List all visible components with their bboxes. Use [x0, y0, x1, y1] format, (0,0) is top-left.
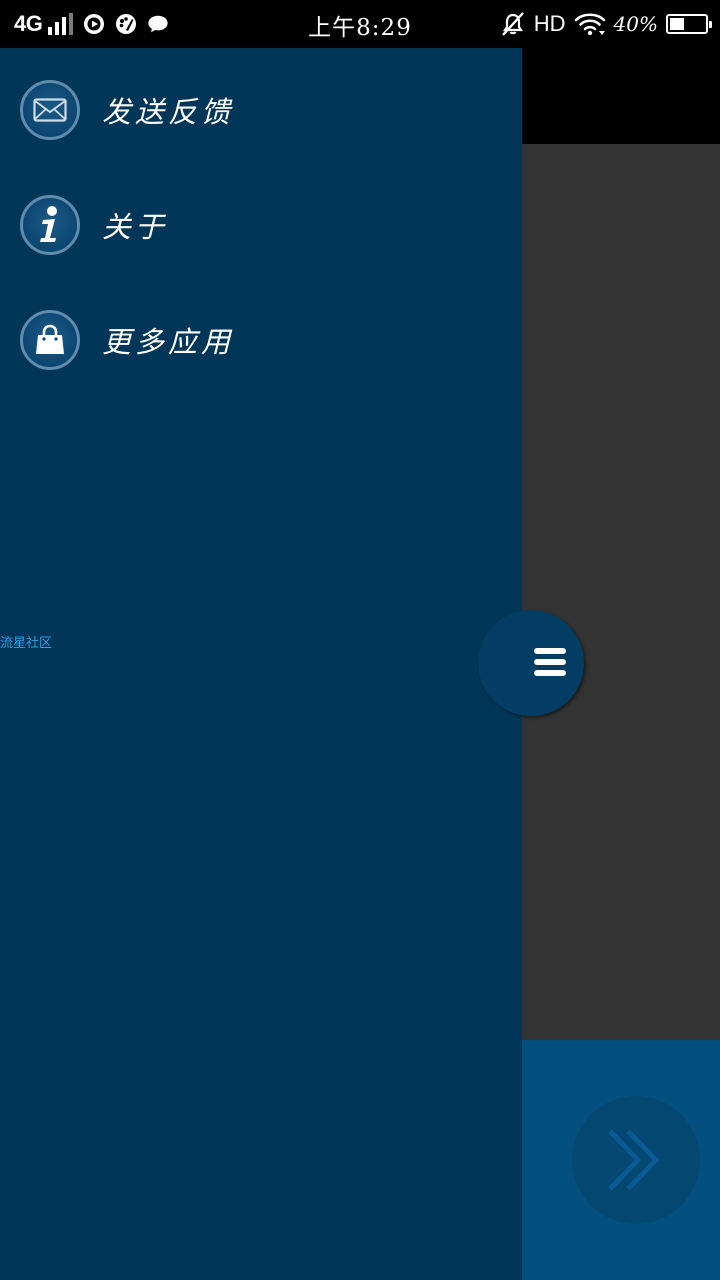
- next-button[interactable]: [572, 1096, 700, 1224]
- menu-item-about[interactable]: 关于: [20, 194, 168, 256]
- app-content-area: [522, 144, 720, 1040]
- menu-item-label: 发送反馈: [102, 95, 235, 129]
- menu-item-label: 关于: [102, 210, 169, 244]
- menu-item-more-apps[interactable]: 更多应用: [20, 309, 234, 371]
- menu-item-send-feedback[interactable]: 发送反馈: [20, 79, 234, 141]
- hamburger-menu-icon: [534, 648, 566, 678]
- app-header-area: [522, 48, 720, 144]
- info-icon: [20, 195, 80, 255]
- community-link[interactable]: 流星社区: [0, 632, 52, 651]
- mail-icon: [20, 80, 80, 140]
- mute-bell-icon: [501, 12, 524, 36]
- wifi-icon: [574, 13, 605, 36]
- battery-icon: [666, 14, 712, 34]
- battery-level-fill: [670, 18, 684, 30]
- status-right: HD 40%: [500, 10, 712, 38]
- menu-item-label: 更多应用: [102, 325, 235, 359]
- navigation-drawer: 发送反馈 关于 更多应用 流星社区: [0, 48, 522, 1280]
- battery-percent: 40%: [613, 12, 658, 36]
- double-chevron-right-icon: [608, 1129, 660, 1191]
- status-bar: 4G 上午8:29 HD 40%: [0, 0, 720, 48]
- drawer-toggle-button[interactable]: [478, 610, 584, 716]
- shopping-bag-icon: [20, 310, 80, 370]
- hd-indicator: HD: [533, 11, 566, 36]
